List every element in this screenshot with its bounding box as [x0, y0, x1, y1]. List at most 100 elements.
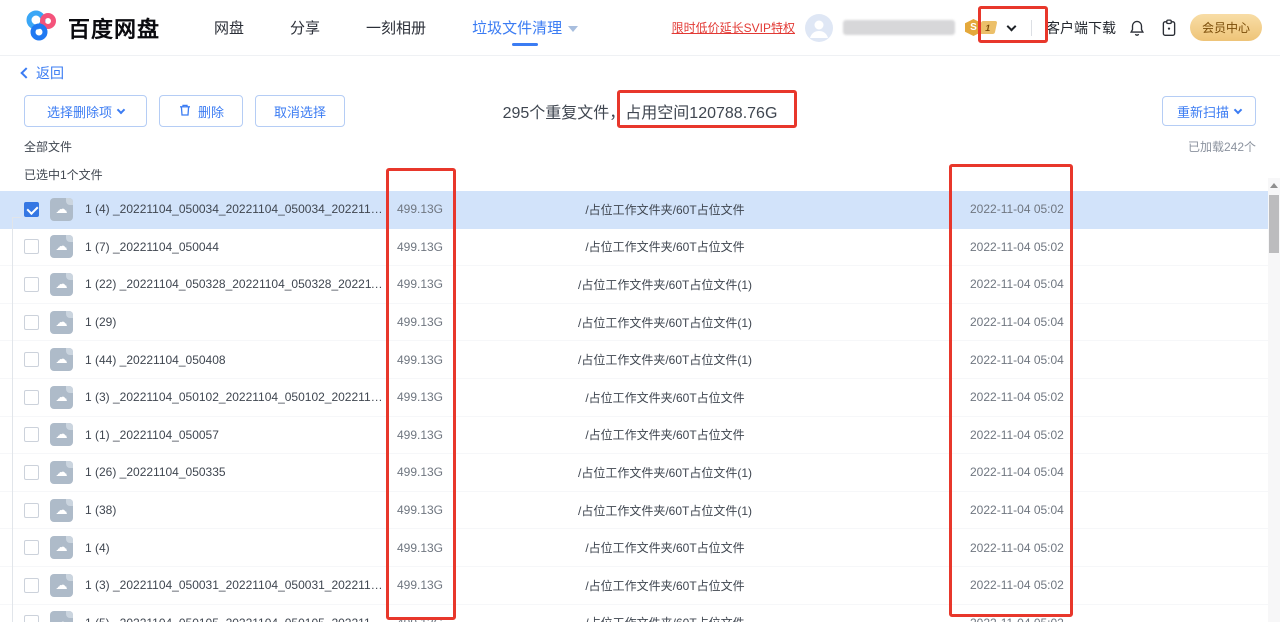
file-date: 2022-11-04 05:02 [950, 240, 1268, 254]
nav-item-label: 网盘 [214, 17, 244, 38]
file-date: 2022-11-04 05:02 [950, 578, 1268, 592]
rescan-dropdown[interactable]: 重新扫描 [1162, 96, 1256, 126]
notification-bell-icon[interactable] [1126, 17, 1148, 39]
file-size: 499.13G [385, 578, 455, 592]
file-date: 2022-11-04 05:04 [950, 315, 1268, 329]
cloud-folder-icon [50, 311, 73, 334]
row-checkbox[interactable] [24, 202, 39, 217]
file-size: 499.13G [385, 202, 455, 216]
file-path: /占位工作文件夹/60T占位文件(1) [455, 502, 875, 519]
file-row[interactable]: 1 (7) _20221104_050044 499.13G /占位工作文件夹/… [0, 229, 1268, 267]
row-checkbox[interactable] [24, 352, 39, 367]
file-row[interactable]: 1 (5) _20221104_050105_20221104_050105_2… [0, 605, 1268, 622]
cloud-folder-icon [50, 423, 73, 446]
nav-item-一刻相册[interactable]: 一刻相册 [366, 0, 426, 55]
clipboard-icon[interactable] [1158, 17, 1180, 39]
cloud-folder-icon [50, 386, 73, 409]
file-row[interactable]: 1 (38) 499.13G /占位工作文件夹/60T占位文件(1) 2022-… [0, 492, 1268, 530]
row-checkbox[interactable] [24, 540, 39, 555]
user-menu-chevron-down-icon[interactable] [1007, 21, 1017, 31]
row-checkbox[interactable] [24, 239, 39, 254]
row-checkbox[interactable] [24, 277, 39, 292]
cloud-folder-icon [50, 499, 73, 522]
file-path: /占位工作文件夹/60T占位文件(1) [455, 464, 875, 481]
file-date: 2022-11-04 05:02 [950, 428, 1268, 442]
file-date: 2022-11-04 05:02 [950, 390, 1268, 404]
row-checkbox[interactable] [24, 427, 39, 442]
cloud-folder-icon [50, 536, 73, 559]
all-files-label: 全部文件 [24, 138, 72, 155]
scrollbar-thumb[interactable] [1269, 195, 1279, 253]
file-size: 499.13G [385, 277, 455, 291]
select-delete-items-label: 选择删除项 [47, 102, 112, 121]
row-checkbox[interactable] [24, 390, 39, 405]
nav-item-网盘[interactable]: 网盘 [214, 0, 244, 55]
cancel-select-button[interactable]: 取消选择 [255, 95, 345, 127]
loaded-count: 已加载242个 [1188, 138, 1256, 155]
delete-label: 删除 [198, 102, 224, 121]
file-row[interactable]: 1 (22) _20221104_050328_20221104_050328_… [0, 266, 1268, 304]
member-center-button[interactable]: 会员中心 [1190, 14, 1262, 41]
row-checkbox[interactable] [24, 465, 39, 480]
row-checkbox[interactable] [24, 578, 39, 593]
file-date: 2022-11-04 05:04 [950, 503, 1268, 517]
file-path: /占位工作文件夹/60T占位文件 [455, 577, 875, 594]
chevron-down-icon [117, 105, 125, 113]
cloud-folder-icon [50, 273, 73, 296]
file-name: 1 (1) _20221104_050057 [85, 428, 385, 442]
cloud-folder-icon [50, 611, 73, 622]
file-row[interactable]: 1 (26) _20221104_050335 499.13G /占位工作文件夹… [0, 454, 1268, 492]
file-name: 1 (5) _20221104_050105_20221104_050105_2… [85, 616, 385, 622]
file-name: 1 (3) _20221104_050102_20221104_050102_2… [85, 390, 385, 404]
nav-item-垃圾文件清理[interactable]: 垃圾文件清理 [472, 0, 578, 55]
scrollbar[interactable] [1268, 178, 1280, 622]
avatar[interactable] [805, 14, 833, 42]
row-checkbox[interactable] [24, 315, 39, 330]
file-path: /占位工作文件夹/60T占位文件(1) [455, 351, 875, 368]
brand[interactable]: 百度网盘 [24, 9, 160, 46]
file-row[interactable]: 1 (3) _20221104_050102_20221104_050102_2… [0, 379, 1268, 417]
back-button[interactable]: 返回 [22, 63, 64, 83]
file-name: 1 (4) [85, 541, 385, 555]
row-checkbox[interactable] [24, 503, 39, 518]
svip-promo-link[interactable]: 限时低价延长SVIP特权 [672, 19, 795, 36]
selected-count: 已选中1个文件 [0, 166, 1280, 183]
select-delete-items-dropdown[interactable]: 选择删除项 [24, 95, 147, 127]
file-path: /占位工作文件夹/60T占位文件(1) [455, 314, 875, 331]
file-row[interactable]: 1 (1) _20221104_050057 499.13G /占位工作文件夹/… [0, 417, 1268, 455]
brand-name: 百度网盘 [68, 12, 160, 44]
chevron-down-icon [568, 26, 578, 32]
delete-button[interactable]: 删除 [159, 95, 243, 127]
back-bar: 返回 [0, 56, 1280, 90]
file-size: 499.13G [385, 240, 455, 254]
file-row[interactable]: 1 (29) 499.13G /占位工作文件夹/60T占位文件(1) 2022-… [0, 304, 1268, 342]
file-path: /占位工作文件夹/60T占位文件(1) [455, 276, 875, 293]
baidu-netdisk-logo-icon [24, 9, 58, 46]
summary-count: 295个重复文件， [503, 105, 626, 122]
file-list: 1 (4) _20221104_050034_20221104_050034_2… [0, 191, 1268, 622]
svip-badge-level: 1 [979, 21, 998, 34]
cloud-folder-icon [50, 461, 73, 484]
nav-item-分享[interactable]: 分享 [290, 0, 320, 55]
header-right: 限时低价延长SVIP特权 S 1 客户端下载 [672, 14, 1262, 42]
file-row[interactable]: 1 (3) _20221104_050031_20221104_050031_2… [0, 567, 1268, 605]
chevron-down-icon [1234, 105, 1242, 113]
file-path: /占位工作文件夹/60T占位文件 [455, 539, 875, 556]
file-name: 1 (44) _20221104_050408 [85, 353, 385, 367]
main-nav: 网盘 分享 一刻相册 垃圾文件清理 [214, 0, 578, 55]
svip-level-badge[interactable]: S 1 [965, 19, 996, 36]
header: 百度网盘 网盘 分享 一刻相册 垃圾文件清理 限时低价延长SVIP特权 S [0, 0, 1280, 56]
client-download-link[interactable]: 客户端下载 [1046, 18, 1116, 38]
cancel-select-label: 取消选择 [274, 102, 326, 121]
divider [1031, 20, 1032, 36]
file-path: /占位工作文件夹/60T占位文件 [455, 238, 875, 255]
file-row[interactable]: 1 (4) 499.13G /占位工作文件夹/60T占位文件 2022-11-0… [0, 529, 1268, 567]
row-checkbox[interactable] [24, 615, 39, 622]
file-name: 1 (4) _20221104_050034_20221104_050034_2… [85, 202, 385, 216]
file-name: 1 (29) [85, 315, 385, 329]
file-date: 2022-11-04 05:04 [950, 465, 1268, 479]
scroll-up-arrow-icon[interactable] [1270, 183, 1278, 188]
file-row[interactable]: 1 (4) _20221104_050034_20221104_050034_2… [0, 191, 1268, 229]
file-row[interactable]: 1 (44) _20221104_050408 499.13G /占位工作文件夹… [0, 341, 1268, 379]
file-name: 1 (38) [85, 503, 385, 517]
